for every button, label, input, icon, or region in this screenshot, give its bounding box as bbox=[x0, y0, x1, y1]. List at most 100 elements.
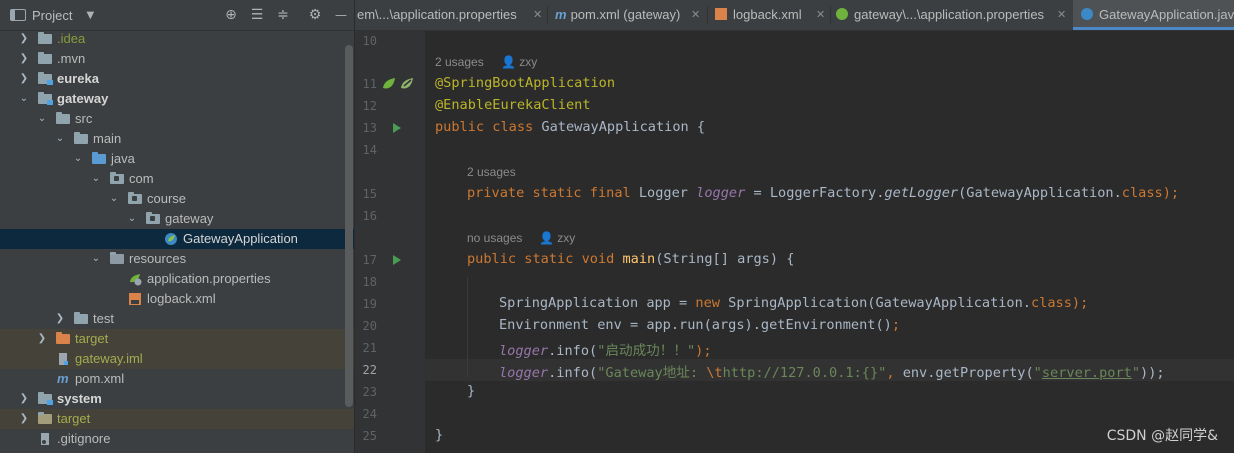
indent-guide bbox=[467, 277, 468, 377]
tree-item-label: com bbox=[129, 171, 154, 186]
inlay-hint-usages[interactable]: 2 usages bbox=[467, 165, 516, 179]
excluded-folder-icon bbox=[56, 332, 70, 344]
line-number: 16 bbox=[362, 209, 377, 223]
tree-item-eureka[interactable]: ❯ eureka bbox=[0, 69, 354, 89]
close-icon[interactable]: ✕ bbox=[533, 0, 542, 30]
tree-item-application-properties[interactable]: application.properties bbox=[0, 269, 354, 289]
run-main-icon[interactable] bbox=[393, 255, 401, 265]
code-line-20: Environment env = app.run(args).getEnvir… bbox=[499, 317, 901, 333]
tree-item-gatewayapplication[interactable]: GatewayApplication bbox=[0, 229, 354, 249]
line-number: 24 bbox=[362, 407, 377, 421]
tree-item-gitignore[interactable]: .gitignore bbox=[0, 429, 354, 449]
close-icon[interactable]: ✕ bbox=[691, 0, 700, 30]
project-tree-scrollbar[interactable] bbox=[345, 45, 353, 407]
tab-pom-xml-gateway[interactable]: m pom.xml (gateway) ✕ bbox=[555, 0, 705, 30]
tree-item-test[interactable]: ❯ test bbox=[0, 309, 354, 329]
tree-item-label: system bbox=[57, 391, 102, 406]
tree-item-label: logback.xml bbox=[147, 291, 216, 306]
line-number: 10 bbox=[362, 34, 377, 48]
chevron-right-icon[interactable]: ❯ bbox=[36, 329, 48, 349]
chevron-right-icon[interactable]: ❯ bbox=[18, 29, 30, 49]
tree-item-src[interactable]: ⌄ src bbox=[0, 109, 354, 129]
tab-label: logback.xml bbox=[733, 7, 802, 22]
chevron-right-icon[interactable]: ❯ bbox=[54, 309, 66, 329]
code-line-15: private static final Logger logger = Log… bbox=[467, 185, 1180, 201]
tab-gatewayapplication-java[interactable]: GatewayApplication.jav bbox=[1073, 0, 1234, 30]
module-folder-icon bbox=[38, 392, 53, 405]
tree-item-mvn[interactable]: ❯ .mvn bbox=[0, 49, 354, 69]
inlay-hint-author[interactable]: 👤 zxy bbox=[539, 231, 575, 245]
close-icon[interactable]: ✕ bbox=[816, 0, 825, 30]
chevron-down-icon[interactable]: ⌄ bbox=[54, 129, 66, 149]
module-folder-icon bbox=[38, 72, 53, 85]
gear-icon[interactable]: ⚙ bbox=[306, 6, 324, 24]
tree-item-system[interactable]: ❯ system bbox=[0, 389, 354, 409]
minimize-icon[interactable]: — bbox=[332, 6, 350, 24]
project-panel-header: Project ▼ bbox=[0, 0, 354, 31]
chevron-down-icon[interactable]: ⌄ bbox=[72, 149, 84, 169]
xml-file-icon bbox=[715, 8, 727, 20]
line-number: 13 bbox=[362, 121, 377, 135]
tree-item-java[interactable]: ⌄ java bbox=[0, 149, 354, 169]
folder-icon bbox=[38, 32, 52, 44]
tree-item-gateway-iml[interactable]: gateway.iml bbox=[0, 349, 354, 369]
maven-icon: m bbox=[57, 371, 69, 386]
chevron-down-icon[interactable]: ⌄ bbox=[36, 109, 48, 129]
tree-item-course[interactable]: ⌄ course bbox=[0, 189, 354, 209]
inlay-hint-usages[interactable]: no usages bbox=[467, 231, 522, 245]
tree-item-com[interactable]: ⌄ com bbox=[0, 169, 354, 189]
tree-item-label: gateway bbox=[57, 91, 109, 106]
chevron-right-icon[interactable]: ❯ bbox=[18, 409, 30, 429]
tree-item-logback-xml[interactable]: logback.xml bbox=[0, 289, 354, 309]
close-icon[interactable]: ✕ bbox=[1057, 0, 1066, 30]
tree-item-target-gateway[interactable]: ❯ target bbox=[0, 329, 354, 349]
chevron-right-icon[interactable]: ❯ bbox=[18, 69, 30, 89]
locate-file-icon[interactable]: ⊕ bbox=[222, 6, 240, 24]
code-line-25: } bbox=[435, 427, 444, 443]
code-line-22: logger.info("Gateway地址: \thttp://127.0.0… bbox=[499, 365, 1165, 381]
watermark: CSDN @赵同学& bbox=[1106, 428, 1218, 444]
tab-label: em\...\application.properties bbox=[357, 7, 517, 22]
tab-divider bbox=[547, 6, 548, 24]
chevron-down-icon[interactable]: ⌄ bbox=[18, 89, 30, 109]
tree-item-label: target bbox=[57, 411, 91, 426]
tree-item-resources[interactable]: ⌄ resources bbox=[0, 249, 354, 269]
chevron-down-icon[interactable]: ⌄ bbox=[108, 189, 120, 209]
tab-system-application-properties[interactable]: em\...\application.properties ✕ bbox=[357, 0, 547, 30]
tree-item-main[interactable]: ⌄ main bbox=[0, 129, 354, 149]
project-panel-title[interactable]: Project bbox=[32, 8, 72, 23]
expand-all-icon[interactable]: ☰ bbox=[248, 6, 266, 24]
tree-item-target-root[interactable]: ❯ target bbox=[0, 409, 354, 429]
tab-gateway-application-properties[interactable]: gateway\...\application.properties ✕ bbox=[836, 0, 1071, 30]
tree-item-gateway-module[interactable]: ⌄ gateway bbox=[0, 89, 354, 109]
chevron-down-icon[interactable]: ⌄ bbox=[126, 209, 138, 229]
excluded-folder-icon bbox=[38, 412, 52, 424]
chevron-down-icon[interactable]: ⌄ bbox=[90, 169, 102, 189]
chevron-down-icon[interactable]: ▼ bbox=[86, 10, 94, 21]
line-number: 12 bbox=[362, 99, 377, 113]
spring-bean-icon[interactable] bbox=[382, 77, 396, 91]
inlay-hint-author[interactable]: 👤 zxy bbox=[501, 55, 537, 69]
gitignore-file-icon bbox=[41, 433, 49, 445]
folder-icon bbox=[74, 312, 88, 324]
chevron-down-icon[interactable]: ⌄ bbox=[90, 249, 102, 269]
inlay-hint-usages[interactable]: 2 usages bbox=[435, 55, 484, 69]
run-class-icon[interactable] bbox=[393, 123, 401, 133]
line-number: 21 bbox=[362, 341, 377, 355]
spring-properties-icon bbox=[836, 8, 848, 20]
code-editor[interactable]: 2 usages 👤 zxy @SpringBootApplication @E… bbox=[425, 31, 1234, 453]
tree-item-pom-xml[interactable]: m pom.xml bbox=[0, 369, 354, 389]
iml-file-icon bbox=[59, 353, 68, 365]
tree-item-idea[interactable]: ❯ .idea bbox=[0, 29, 354, 49]
chevron-right-icon[interactable]: ❯ bbox=[18, 389, 30, 409]
person-icon: 👤 bbox=[501, 55, 516, 69]
tree-item-label: main bbox=[93, 131, 122, 146]
chevron-right-icon[interactable]: ❯ bbox=[18, 49, 30, 69]
tree-item-gateway-package[interactable]: ⌄ gateway bbox=[0, 209, 354, 229]
code-line-11: @SpringBootApplication bbox=[435, 75, 616, 91]
line-number: 11 bbox=[362, 77, 377, 91]
spring-boot-icon[interactable] bbox=[400, 77, 414, 91]
tab-logback-xml[interactable]: logback.xml ✕ bbox=[715, 0, 830, 30]
project-window-icon bbox=[10, 9, 26, 21]
collapse-all-icon[interactable]: ≑ bbox=[274, 6, 292, 24]
